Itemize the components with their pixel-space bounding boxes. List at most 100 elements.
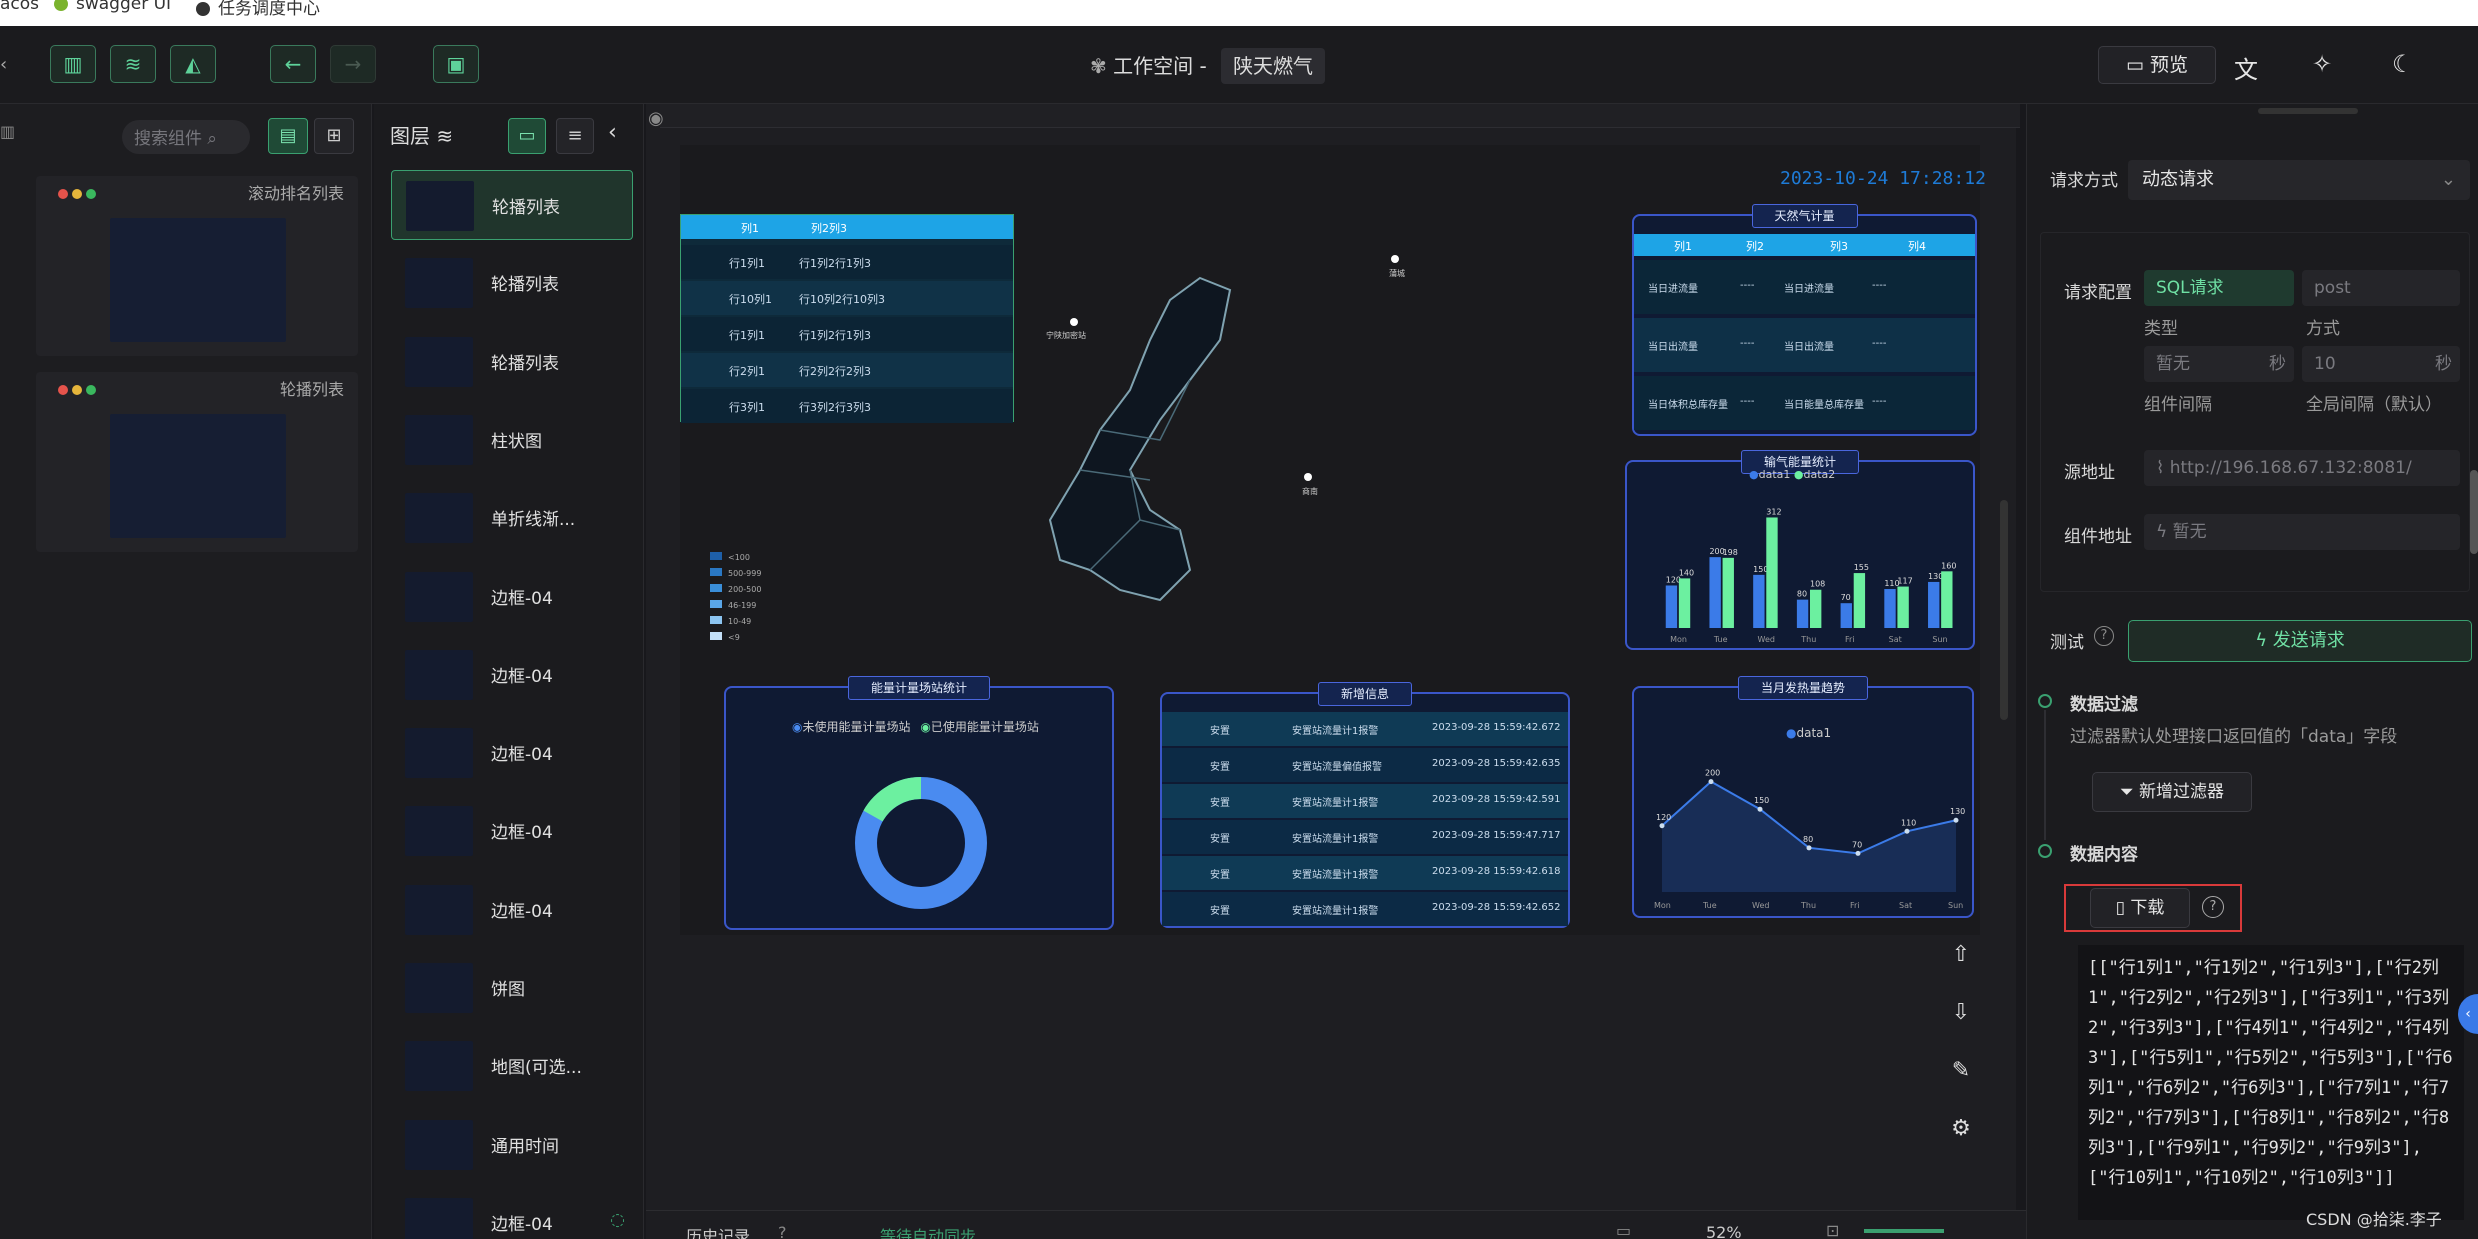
table-cell: 行10列2行10列3 <box>799 293 885 306</box>
card-view-button[interactable]: ▤ <box>268 118 308 154</box>
chart-category-icon[interactable]: ▥ <box>0 122 15 141</box>
layers-panel-icon[interactable]: ≋ <box>110 45 156 83</box>
help-icon[interactable]: ? <box>2094 626 2114 646</box>
legend-dot-icon: ● <box>1786 726 1797 740</box>
pie-chart-panel[interactable]: 能量计量场站统计 ◉未使用能量计量场站 ◉已使用能量计量场站 <box>724 676 1114 930</box>
bar-chart-panel[interactable]: 输气能量统计 ●data1 ●data2 120 140 Mon 200 198 Tue 1… <box>1625 450 1975 650</box>
global-interval-input[interactable]: 10 秒 <box>2302 346 2460 382</box>
component-card[interactable]: 滚动排名列表 <box>36 176 358 356</box>
lock-icon[interactable]: ⊡ <box>1826 1221 1839 1239</box>
add-filter-button[interactable]: ⏷ 新增过滤器 <box>2092 772 2252 812</box>
settings-icon[interactable]: ⚙ <box>1944 1112 1978 1146</box>
layer-item[interactable]: 边框-04 <box>391 718 633 788</box>
bookmark-swagger[interactable]: swagger UI <box>54 0 171 14</box>
table-header-cell: 列2 <box>1746 240 1764 253</box>
layer-item[interactable]: 轮播列表 <box>391 248 633 318</box>
table-cell: 行1列2行1列3 <box>799 257 871 270</box>
layer-item[interactable]: 边框-04 <box>391 875 633 945</box>
map-point[interactable] <box>1070 318 1078 326</box>
grid-view-button[interactable]: ⊞ <box>314 118 354 154</box>
panel-scroll-thumb[interactable] <box>2258 108 2358 114</box>
component-interval-input[interactable]: 暂无 秒 <box>2144 346 2294 382</box>
upload-icon[interactable]: ⇧ <box>1944 938 1978 972</box>
layer-thumbnail-view-button[interactable]: ▭ <box>508 118 546 154</box>
layer-item[interactable]: 轮播列表 <box>391 170 633 240</box>
layer-item[interactable]: 边框-04 <box>391 562 633 632</box>
undo-icon[interactable]: ← <box>270 45 316 83</box>
eye-icon[interactable]: ◉ <box>648 108 664 129</box>
zoom-select[interactable]: 52% <box>1706 1223 1742 1239</box>
component-address-label: 组件地址 <box>2064 527 2132 547</box>
minimap-icon[interactable]: ▭ <box>1616 1221 1631 1239</box>
preview-button[interactable]: ▭ 预览 <box>2098 46 2216 84</box>
project-name[interactable]: 陕天燃气 <box>1221 48 1326 84</box>
news-panel[interactable]: 新增信息 安置 安置站流量计1报警 2023-09-28 15:59:42.672 安… <box>1160 682 1570 928</box>
edit-icon[interactable]: ✎ <box>1944 1054 1978 1088</box>
layer-item[interactable]: 边框-04 <box>391 796 633 866</box>
layer-item[interactable]: 轮播列表 <box>391 327 633 397</box>
collapse-icon[interactable]: ‹ <box>0 54 7 75</box>
component-card[interactable]: 轮播列表 <box>36 372 358 552</box>
layer-item[interactable]: 通用时间 <box>391 1110 633 1180</box>
layers-icon: ≋ <box>436 124 454 148</box>
datetime-display: 2023-10-24 17:28:12 <box>1780 168 1986 189</box>
redo-icon[interactable]: → <box>330 45 376 83</box>
gas-metering-panel[interactable]: 天然气计量 列1 列2 列3 列4 当日进流量 ---- 当日进流量 ---- 当日出流… <box>1632 204 1977 436</box>
layer-thumbnail <box>405 728 473 779</box>
bookmark-scheduler[interactable]: 任务调度中心 <box>196 0 320 19</box>
window-dots <box>58 380 100 399</box>
line-chart-panel[interactable]: 当月发热量趋势 ●data1 120 Mon 200 Tue 150 Wed 80 Thu 70… <box>1632 676 1974 918</box>
download-button[interactable]: ▯ 下载 <box>2090 888 2190 928</box>
layer-item[interactable]: 单折线渐... <box>391 483 633 553</box>
source-address-input[interactable]: ⌇ http://196.168.67.132:8081/ <box>2144 450 2460 486</box>
layer-thumbnail <box>405 414 473 465</box>
layer-thumbnail <box>406 181 474 231</box>
config-panel-icon[interactable]: ◭ <box>170 45 216 83</box>
download-icon[interactable]: ⇩ <box>1944 996 1978 1030</box>
legend-swatch <box>710 584 722 592</box>
right-scrollbar[interactable] <box>2470 470 2478 554</box>
x-tick-label: Mon <box>1670 635 1687 644</box>
layer-item[interactable]: 柱状图 <box>391 405 633 475</box>
chart-panel-icon[interactable]: ▥ <box>50 45 96 83</box>
history-button[interactable]: 历史记录 <box>686 1223 750 1239</box>
translate-icon[interactable]: 文 <box>2234 50 2258 85</box>
send-request-button[interactable]: ϟ 发送请求 <box>2128 620 2472 662</box>
panel-title: 当月发热量趋势 <box>1737 676 1869 700</box>
table-cell: 行3列2行3列3 <box>799 401 871 414</box>
bookmark-acos[interactable]: acos <box>0 0 39 14</box>
magic-wand-icon[interactable]: ✧ <box>2312 50 2332 78</box>
collapse-layer-icon[interactable]: ‹ <box>608 120 617 145</box>
logo-icon: ✾ <box>1090 54 1114 78</box>
layer-item[interactable]: 边框-04 ◌ <box>391 1188 633 1239</box>
request-method-select[interactable]: 动态请求 ⌄ <box>2128 160 2470 200</box>
component-search-input[interactable]: 搜索组件 ⌕ <box>122 120 250 154</box>
map-point[interactable] <box>1304 473 1312 481</box>
layer-item[interactable]: 饼图 <box>391 953 633 1023</box>
bar <box>1928 581 1940 628</box>
request-method-input[interactable]: post <box>2302 270 2460 306</box>
map-point[interactable] <box>1391 255 1399 263</box>
workspace-title: ✾ 工作空间 - 陕天燃气 <box>1090 48 1326 84</box>
zoom-slider[interactable] <box>1864 1229 1944 1233</box>
request-type-select[interactable]: SQL请求 <box>2144 270 2294 306</box>
bar-chart: 120140Mon200198Tue150312Wed80108Thu70155… <box>1665 507 1956 644</box>
canvas-scrollbar[interactable] <box>2000 500 2008 720</box>
bar <box>1884 589 1896 628</box>
bar-value-label: 160 <box>1941 561 1956 570</box>
layer-list-view-button[interactable]: ≡ <box>556 118 594 154</box>
table-cell: 安置站流量计1报警 <box>1292 726 1379 737</box>
timeline-dot <box>2038 844 2052 858</box>
carousel-table[interactable]: 列1 列2列3 行1列1 行1列2行1列3 行10列1 行10列2行10列3 行1列1 行… <box>680 214 1014 423</box>
save-icon[interactable]: ▣ <box>433 45 479 83</box>
table-cell: 安置站流量计1报警 <box>1292 798 1379 809</box>
method-label: 方式 <box>2306 319 2340 339</box>
table-cell: 2023-09-28 15:59:47.717 <box>1432 830 1561 841</box>
hidden-eye-icon[interactable]: ◌ <box>610 1210 625 1230</box>
layer-item[interactable]: 边框-04 <box>391 640 633 710</box>
layer-item[interactable]: 地图(可选... <box>391 1031 633 1101</box>
dark-mode-icon[interactable]: ☾ <box>2392 50 2414 78</box>
help-icon[interactable]: ? <box>778 1223 787 1239</box>
component-address-input[interactable]: ϟ 暂无 <box>2144 514 2460 550</box>
help-icon[interactable]: ? <box>2202 896 2224 918</box>
